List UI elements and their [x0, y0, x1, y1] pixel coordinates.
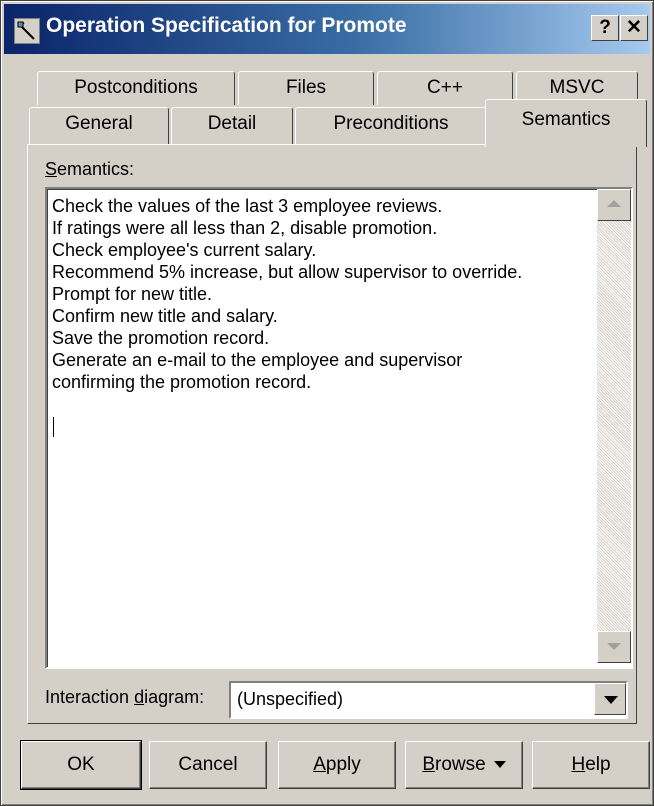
semantics-line: Save the promotion record. [52, 328, 270, 348]
text-caret [53, 417, 54, 437]
semantics-line: Check employee's current salary. [52, 240, 317, 260]
close-button[interactable]: ✕ [620, 15, 648, 41]
semantics-textarea[interactable]: Check the values of the last 3 employee … [45, 187, 633, 669]
ok-button[interactable]: OK [20, 740, 142, 790]
close-icon: ✕ [626, 17, 642, 38]
scroll-down-button[interactable] [597, 631, 631, 663]
scroll-up-button[interactable] [597, 189, 631, 221]
interaction-diagram-value: (Unspecified) [237, 689, 344, 709]
cancel-button[interactable]: Cancel [149, 741, 267, 789]
arrow-up-icon [607, 200, 621, 207]
title-bar[interactable]: Operation Specification for Promote ? ✕ [4, 4, 650, 54]
help-button[interactable]: Help [532, 741, 650, 789]
semantics-line: Generate an e-mail to the employee and s… [52, 350, 463, 370]
help-title-button[interactable]: ? [591, 15, 619, 41]
tab-semantics[interactable]: Semantics [485, 99, 647, 147]
tab-general[interactable]: General [29, 107, 169, 145]
tab-detail[interactable]: Detail [171, 107, 293, 145]
apply-button[interactable]: Apply [278, 741, 396, 789]
arrow-down-icon [607, 643, 621, 650]
window-title: Operation Specification for Promote [46, 14, 407, 37]
chevron-down-icon [604, 696, 618, 704]
interaction-diagram-label: Interaction diagram: [45, 687, 205, 707]
tab-files[interactable]: Files [238, 71, 374, 105]
vertical-scrollbar[interactable] [597, 189, 631, 663]
semantics-line: Check the values of the last 3 employee … [52, 196, 443, 216]
tab-preconditions[interactable]: Preconditions [295, 107, 487, 145]
dialog-window: Operation Specification for Promote ? ✕ … [0, 0, 654, 806]
browse-button[interactable]: Browse [405, 741, 523, 789]
dropdown-button[interactable] [594, 683, 626, 715]
semantics-line: Recommend 5% increase, but allow supervi… [52, 262, 523, 282]
dropdown-arrow-icon [493, 761, 506, 769]
semantics-line: Prompt for new title. [52, 284, 213, 304]
tab-postconditions[interactable]: Postconditions [37, 71, 235, 105]
semantics-line: Confirm new title and salary. [52, 306, 278, 326]
operation-icon [14, 18, 40, 44]
semantics-text[interactable]: Check the values of the last 3 employee … [52, 195, 592, 393]
semantics-line: confirming the promotion record. [52, 372, 312, 392]
semantics-line: If ratings were all less than 2, disable… [52, 218, 438, 238]
semantics-label: Semantics: [45, 159, 135, 179]
interaction-diagram-select[interactable]: (Unspecified) [229, 681, 628, 719]
